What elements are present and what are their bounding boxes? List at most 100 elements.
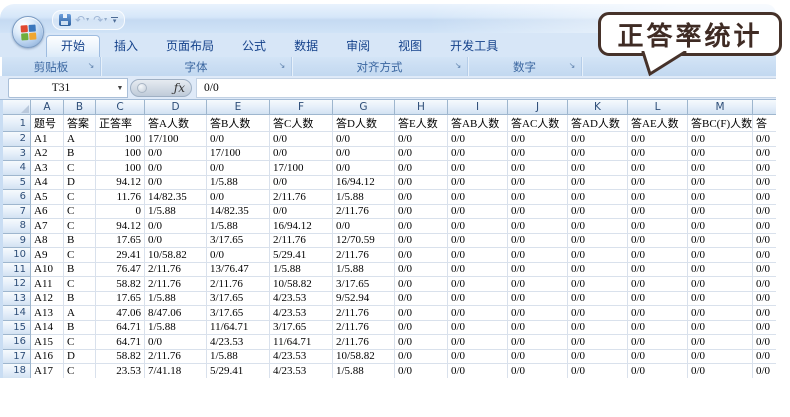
cell-G16[interactable]: 2/11.76	[333, 335, 395, 350]
cell-B1[interactable]: 答案	[64, 115, 96, 132]
cell-D13[interactable]: 1/5.88	[145, 292, 207, 307]
cell-G7[interactable]: 2/11.76	[333, 205, 395, 220]
row-header-4[interactable]: 4	[3, 161, 31, 176]
cell-H14[interactable]: 0/0	[395, 306, 448, 321]
cell-N15[interactable]: 0/0	[753, 321, 776, 336]
cell-J7[interactable]: 0/0	[508, 205, 568, 220]
cell-C18[interactable]: 23.53	[96, 364, 145, 378]
cell-K10[interactable]: 0/0	[568, 248, 628, 263]
cell-B8[interactable]: C	[64, 219, 96, 234]
cell-N3[interactable]: 0/0	[753, 147, 776, 162]
cell-D8[interactable]: 0/0	[145, 219, 207, 234]
row-header-9[interactable]: 9	[3, 234, 31, 249]
cell-G8[interactable]: 0/0	[333, 219, 395, 234]
cell-M4[interactable]: 0/0	[688, 161, 753, 176]
cell-F7[interactable]: 0/0	[270, 205, 333, 220]
cell-N7[interactable]: 0/0	[753, 205, 776, 220]
column-header-I[interactable]: I	[448, 100, 508, 115]
name-box-dropdown-icon[interactable]: ▼	[113, 84, 127, 92]
cell-A7[interactable]: A6	[31, 205, 64, 220]
cell-H8[interactable]: 0/0	[395, 219, 448, 234]
name-box[interactable]: T31 ▼	[8, 78, 128, 98]
cell-F13[interactable]: 4/23.53	[270, 292, 333, 307]
cell-E10[interactable]: 0/0	[207, 248, 270, 263]
cell-A12[interactable]: A11	[31, 277, 64, 292]
cell-A18[interactable]: A17	[31, 364, 64, 378]
cell-B7[interactable]: C	[64, 205, 96, 220]
cell-B6[interactable]: C	[64, 190, 96, 205]
row-header-12[interactable]: 12	[3, 277, 31, 292]
cell-J2[interactable]: 0/0	[508, 132, 568, 147]
cell-G15[interactable]: 2/11.76	[333, 321, 395, 336]
row-header-13[interactable]: 13	[3, 292, 31, 307]
row-header-7[interactable]: 7	[3, 205, 31, 220]
cell-F5[interactable]: 0/0	[270, 176, 333, 191]
cell-B4[interactable]: C	[64, 161, 96, 176]
clipboard-dialog-launcher-icon[interactable]: ↘	[85, 61, 97, 73]
cell-M8[interactable]: 0/0	[688, 219, 753, 234]
cell-I8[interactable]: 0/0	[448, 219, 508, 234]
column-header-E[interactable]: E	[207, 100, 270, 115]
cell-J11[interactable]: 0/0	[508, 263, 568, 278]
cell-E5[interactable]: 1/5.88	[207, 176, 270, 191]
cell-G6[interactable]: 1/5.88	[333, 190, 395, 205]
cell-I17[interactable]: 0/0	[448, 350, 508, 365]
cell-H18[interactable]: 0/0	[395, 364, 448, 378]
cell-G3[interactable]: 0/0	[333, 147, 395, 162]
cell-L16[interactable]: 0/0	[628, 335, 688, 350]
cell-M10[interactable]: 0/0	[688, 248, 753, 263]
cell-L6[interactable]: 0/0	[628, 190, 688, 205]
row-header-2[interactable]: 2	[3, 132, 31, 147]
cell-E6[interactable]: 0/0	[207, 190, 270, 205]
cell-M13[interactable]: 0/0	[688, 292, 753, 307]
cell-L1[interactable]: 答AE人数	[628, 115, 688, 132]
cell-C8[interactable]: 94.12	[96, 219, 145, 234]
cell-K8[interactable]: 0/0	[568, 219, 628, 234]
cell-D12[interactable]: 2/11.76	[145, 277, 207, 292]
cell-I12[interactable]: 0/0	[448, 277, 508, 292]
column-header-D[interactable]: D	[145, 100, 207, 115]
cell-L13[interactable]: 0/0	[628, 292, 688, 307]
cell-M1[interactable]: 答BC(F)人数	[688, 115, 753, 132]
cell-C11[interactable]: 76.47	[96, 263, 145, 278]
cell-K13[interactable]: 0/0	[568, 292, 628, 307]
cell-A17[interactable]: A16	[31, 350, 64, 365]
cell-I13[interactable]: 0/0	[448, 292, 508, 307]
cell-F12[interactable]: 10/58.82	[270, 277, 333, 292]
cell-H5[interactable]: 0/0	[395, 176, 448, 191]
cell-D18[interactable]: 7/41.18	[145, 364, 207, 378]
cell-F11[interactable]: 1/5.88	[270, 263, 333, 278]
cell-J13[interactable]: 0/0	[508, 292, 568, 307]
cell-M6[interactable]: 0/0	[688, 190, 753, 205]
cell-B17[interactable]: D	[64, 350, 96, 365]
cell-M9[interactable]: 0/0	[688, 234, 753, 249]
cell-C14[interactable]: 47.06	[96, 306, 145, 321]
cell-A11[interactable]: A10	[31, 263, 64, 278]
cell-C3[interactable]: 100	[96, 147, 145, 162]
cell-E13[interactable]: 3/17.65	[207, 292, 270, 307]
cell-D1[interactable]: 答A人数	[145, 115, 207, 132]
alignment-dialog-launcher-icon[interactable]: ↘	[452, 61, 464, 73]
cell-F8[interactable]: 16/94.12	[270, 219, 333, 234]
tab-insert[interactable]: 插入	[100, 36, 152, 57]
cell-C4[interactable]: 100	[96, 161, 145, 176]
row-header-10[interactable]: 10	[3, 248, 31, 263]
cell-E18[interactable]: 5/29.41	[207, 364, 270, 378]
cell-F16[interactable]: 11/64.71	[270, 335, 333, 350]
cell-H3[interactable]: 0/0	[395, 147, 448, 162]
cell-G5[interactable]: 16/94.12	[333, 176, 395, 191]
cell-N13[interactable]: 0/0	[753, 292, 776, 307]
cell-M14[interactable]: 0/0	[688, 306, 753, 321]
cell-G14[interactable]: 2/11.76	[333, 306, 395, 321]
cell-L17[interactable]: 0/0	[628, 350, 688, 365]
cell-D5[interactable]: 0/0	[145, 176, 207, 191]
cell-H12[interactable]: 0/0	[395, 277, 448, 292]
cell-I7[interactable]: 0/0	[448, 205, 508, 220]
cell-I10[interactable]: 0/0	[448, 248, 508, 263]
cell-G2[interactable]: 0/0	[333, 132, 395, 147]
insert-function-button[interactable]: ƒx	[174, 81, 185, 95]
cell-G12[interactable]: 3/17.65	[333, 277, 395, 292]
cell-L18[interactable]: 0/0	[628, 364, 688, 378]
cell-B9[interactable]: B	[64, 234, 96, 249]
cell-N17[interactable]: 0/0	[753, 350, 776, 365]
